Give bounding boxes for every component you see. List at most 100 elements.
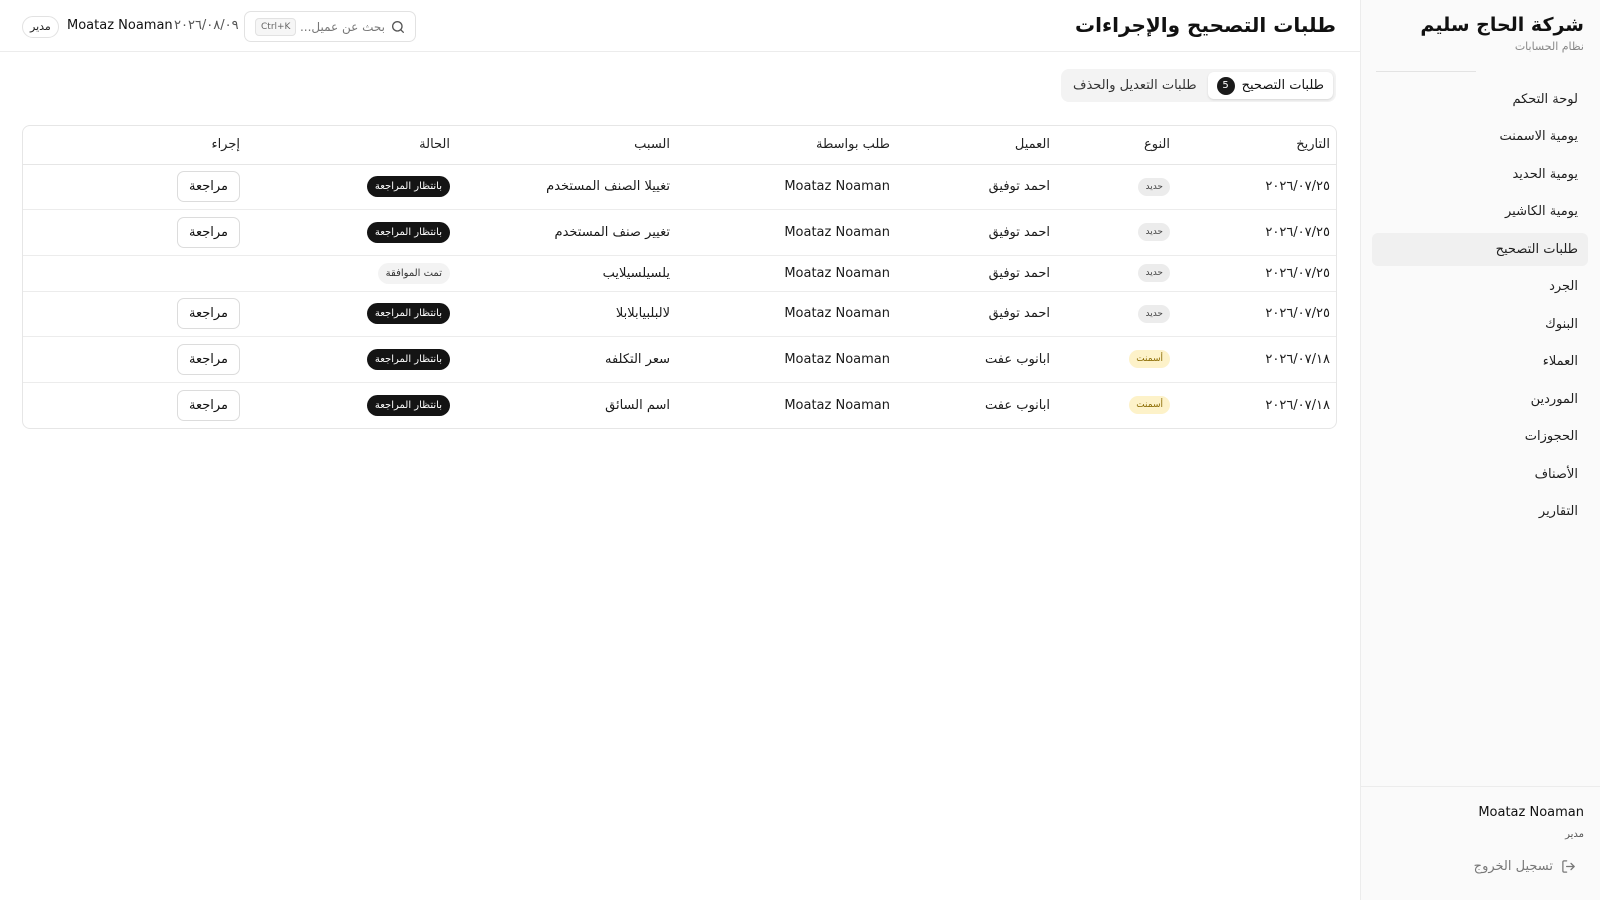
cell-action xyxy=(23,255,248,292)
brand-title: شركة الحاج سليم xyxy=(1420,14,1584,36)
type-badge: حديد xyxy=(1138,177,1170,196)
type-badge: أسمنت xyxy=(1129,350,1170,369)
page-title: طلبات التصحيح والإجراءات xyxy=(1075,13,1336,37)
cell-date: ٢٠٢٦/٠٧/٢٥ xyxy=(1178,255,1336,292)
column-header-type: النوع xyxy=(1058,126,1178,165)
cell-requested-by: Moataz Noaman xyxy=(678,255,898,292)
cell-reason: يلسيلسيلايب xyxy=(458,255,678,292)
cell-reason: سعر التكلفه xyxy=(458,336,678,383)
sidebar-item-cement-daily[interactable]: يومية الاسمنت xyxy=(1372,120,1588,153)
search-box[interactable]: Ctrl+K xyxy=(244,11,416,42)
sidebar-item-label: العملاء xyxy=(1542,354,1578,369)
status-badge: بانتظار المراجعة xyxy=(366,348,450,370)
status-badge: تمت الموافقة xyxy=(377,262,450,284)
type-badge: حديد xyxy=(1138,304,1170,323)
cell-action: مراجعة xyxy=(23,382,248,428)
column-header-action: إجراء xyxy=(23,126,248,165)
sidebar-item-cashier-daily[interactable]: يومية الكاشير xyxy=(1372,195,1588,228)
sidebar-item-label: لوحة التحكم xyxy=(1512,91,1578,107)
tab-correction-requests[interactable]: طلبات التصحيح 5 xyxy=(1207,72,1333,99)
search-shortcut: Ctrl+K xyxy=(255,18,297,36)
cell-date: ٢٠٢٦/٠٧/١٨ xyxy=(1178,336,1336,383)
cell-customer: ابانوب عفت xyxy=(898,336,1058,383)
table-row: ٢٠٢٦/٠٧/٢٥ حديد احمد توفيق Moataz Noaman تغي… xyxy=(23,209,1336,256)
cell-requested-by: Moataz Noaman xyxy=(678,291,898,337)
sidebar-item-inventory[interactable]: الجرد xyxy=(1372,270,1588,303)
cell-action: مراجعة xyxy=(23,164,248,210)
cell-customer: احمد توفيق xyxy=(898,164,1058,210)
cell-status: بانتظار المراجعة xyxy=(248,336,458,383)
cell-status: بانتظار المراجعة xyxy=(248,382,458,428)
sidebar-item-correction-requests[interactable]: طلبات التصحيح xyxy=(1372,232,1588,266)
sidebar-item-suppliers[interactable]: الموردين xyxy=(1372,383,1588,416)
sidebar-item-dashboard[interactable]: لوحة التحكم xyxy=(1372,83,1588,116)
requests-table-card: التاريخ النوع العميل طلب بواسطة السبب ال… xyxy=(22,125,1337,429)
review-button[interactable]: مراجعة xyxy=(176,389,240,421)
sidebar: شركة الحاج سليم نظام الحسابات لوحة التحك… xyxy=(1360,0,1600,900)
column-header-date: التاريخ xyxy=(1178,126,1336,165)
logout-label: تسجيل الخروج xyxy=(1473,859,1553,874)
cell-status: بانتظار المراجعة xyxy=(248,209,458,256)
cell-status: بانتظار المراجعة xyxy=(248,164,458,210)
cell-requested-by: Moataz Noaman xyxy=(784,397,890,413)
cell-customer: احمد توفيق xyxy=(898,209,1058,256)
cell-requested-by: Moataz Noaman xyxy=(678,164,898,210)
table-row: ٢٠٢٦/٠٧/٢٥ حديد احمد توفيق Moataz Noaman يلس… xyxy=(23,255,1336,292)
sidebar-user-name: Moataz Noaman xyxy=(1478,805,1584,820)
cell-action: مراجعة xyxy=(23,336,248,383)
sidebar-item-reports[interactable]: التقارير xyxy=(1372,495,1588,528)
cell-date: ٢٠٢٦/٠٧/١٨ xyxy=(1265,397,1330,413)
cell-reason: تغييلا الصنف المستخدم xyxy=(458,164,678,210)
cell-reason: اسم السائق xyxy=(605,397,670,413)
search-input[interactable] xyxy=(285,12,385,41)
sidebar-item-label: الجرد xyxy=(1549,279,1578,294)
sidebar-item-label: طلبات التصحيح xyxy=(1495,241,1578,257)
column-header-requested-by: طلب بواسطة xyxy=(678,126,898,165)
cell-status: بانتظار المراجعة xyxy=(248,291,458,337)
search-icon xyxy=(390,19,406,39)
cell-date: ٢٠٢٦/٠٧/٢٥ xyxy=(1178,209,1336,256)
top-header: طلبات التصحيح والإجراءات Ctrl+K ٢٠٢٦/٠٨/… xyxy=(0,0,1360,52)
cell-type: حديد xyxy=(1058,255,1178,292)
sidebar-item-customers[interactable]: العملاء xyxy=(1372,345,1588,378)
type-badge: حديد xyxy=(1138,223,1170,242)
status-badge: بانتظار المراجعة xyxy=(366,176,450,198)
cell-requested-by: Moataz Noaman xyxy=(678,336,898,383)
sidebar-item-products[interactable]: الأصناف xyxy=(1372,458,1588,491)
sidebar-user-role: مدير xyxy=(1565,829,1584,840)
header-date: ٢٠٢٦/٠٨/٠٩ xyxy=(174,18,239,33)
cell-customer: احمد توفيق xyxy=(898,255,1058,292)
sidebar-item-iron-daily[interactable]: يومية الحديد xyxy=(1372,158,1588,191)
sidebar-footer: Moataz Noaman مدير تسجيل الخروج xyxy=(1361,786,1600,900)
tab-label: طلبات التعديل والحذف xyxy=(1072,78,1197,93)
cell-action: مراجعة xyxy=(23,209,248,256)
cell-reason: لالبلبيابلابلا xyxy=(458,291,678,337)
brand: شركة الحاج سليم نظام الحسابات xyxy=(1420,14,1584,53)
type-badge: حديد xyxy=(1138,264,1170,282)
cell-customer: احمد توفيق xyxy=(898,291,1058,337)
logout-icon xyxy=(1561,859,1576,874)
sidebar-item-label: الموردين xyxy=(1530,391,1578,407)
requests-table: التاريخ النوع العميل طلب بواسطة السبب ال… xyxy=(23,126,1336,428)
review-button[interactable]: مراجعة xyxy=(176,298,240,330)
brand-divider xyxy=(1376,71,1476,72)
review-button[interactable]: مراجعة xyxy=(176,343,240,375)
sidebar-item-banks[interactable]: البنوك xyxy=(1372,308,1588,341)
cell-type: أسمنت xyxy=(1058,336,1178,383)
cell-type: حديد xyxy=(1058,164,1178,210)
tab-edit-delete-requests[interactable]: طلبات التعديل والحذف xyxy=(1064,72,1206,99)
logout-button[interactable]: تسجيل الخروج xyxy=(1474,859,1576,874)
status-badge: بانتظار المراجعة xyxy=(366,221,450,243)
review-button[interactable]: مراجعة xyxy=(176,216,240,248)
table-header-row: التاريخ النوع العميل طلب بواسطة السبب ال… xyxy=(23,126,1336,165)
cell-action: مراجعة xyxy=(23,291,248,337)
table-row: ٢٠٢٦/٠٧/١٨ أسمنت ابانوب عفت Moataz Noaman اس… xyxy=(23,382,1336,428)
type-badge: أسمنت xyxy=(1129,396,1170,414)
brand-subtitle: نظام الحسابات xyxy=(1514,40,1584,53)
review-button[interactable]: مراجعة xyxy=(176,171,240,203)
count-badge: 5 xyxy=(1216,76,1235,95)
status-badge: بانتظار المراجعة xyxy=(366,394,450,416)
sidebar-item-reservations[interactable]: الحجوزات xyxy=(1372,420,1588,453)
table-row: ٢٠٢٦/٠٧/٢٥ حديد احمد توفيق Moataz Noaman لال… xyxy=(23,291,1336,337)
cell-type: حديد xyxy=(1058,291,1178,337)
